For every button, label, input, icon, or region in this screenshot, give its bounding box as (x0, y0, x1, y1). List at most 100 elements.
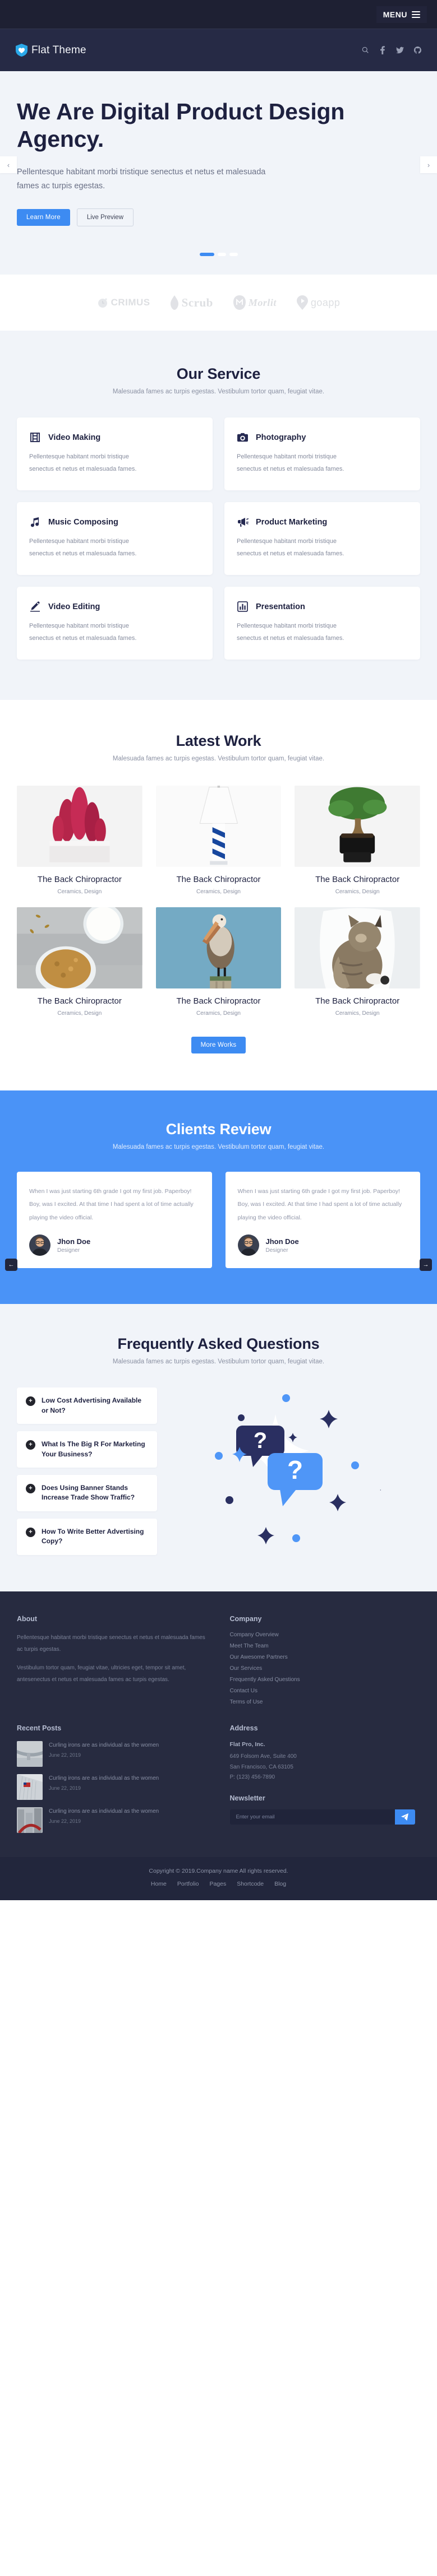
service-card[interactable]: Presentation Pellentesque habitant morbi… (224, 587, 420, 660)
services-header: Our Service Malesuada fames ac turpis eg… (17, 365, 420, 395)
footer-link-our-services[interactable]: Our Services (230, 1665, 421, 1672)
work-item-category: Ceramics, Design (335, 888, 380, 895)
footer-nav-home[interactable]: Home (151, 1881, 167, 1887)
avatar (237, 1234, 259, 1256)
megaphone-icon (237, 516, 249, 528)
client-logo-strip: CRIMUS Scrub Morlit goapp (0, 275, 437, 331)
twitter-icon[interactable] (396, 46, 404, 55)
copyright-bar: Copyright © 2019.Company name All rights… (0, 1857, 437, 1901)
work-item-category: Ceramics, Design (196, 888, 241, 895)
address-line-2: San Francisco, CA 63105 (229, 1763, 293, 1770)
review-next-arrow[interactable]: → (420, 1258, 432, 1271)
footer-recent-posts-title: Recent Posts (17, 1724, 62, 1733)
faq-item[interactable]: + Low Cost Advertising Available or Not? (17, 1387, 157, 1424)
client-name: goapp (310, 296, 341, 308)
recent-post-item[interactable]: Curling irons are as individual as the w… (17, 1807, 208, 1834)
white-lamp-with-blue-chevron-base-image (155, 786, 282, 867)
work-item[interactable]: The Back Chiropractor Ceramics, Design (17, 907, 142, 1017)
review-text: When I was just starting 6th grade I got… (29, 1187, 194, 1221)
work-item-title: The Back Chiropractor (176, 996, 261, 1006)
hero-title: We Are Digital Product Design Agency. (17, 99, 345, 152)
copyright-text: Copyright © 2019.Company name All rights… (149, 1868, 288, 1875)
footer-link-meet-the-team[interactable]: Meet The Team (230, 1643, 421, 1649)
shield-heart-icon (16, 44, 27, 57)
faq-item[interactable]: + How To Write Better Advertising Copy? (17, 1518, 157, 1555)
svg-text:?: ? (253, 1428, 266, 1453)
footer-about-paragraph-2: Vestibulum tortor quam, feugiat vitae, u… (17, 1665, 186, 1683)
footer-nav-shortcode[interactable]: Shortcode (237, 1881, 264, 1887)
red-sculpture-city-image (17, 1807, 43, 1834)
recent-post-item[interactable]: Curling irons are as individual as the w… (17, 1774, 208, 1800)
film-icon (29, 431, 41, 443)
hero-next-arrow[interactable]: › (420, 156, 437, 173)
service-card[interactable]: Video Making Pellentesque habitant morbi… (17, 417, 213, 491)
music-note-icon (29, 516, 41, 528)
bonsai-tree-in-black-pot-image (295, 786, 420, 867)
service-description: Pellentesque habitant morbi tristique se… (237, 623, 344, 642)
recent-post-title: Curling irons are as individual as the w… (49, 1775, 159, 1782)
footer-about-column: About Pellentesque habitant morbi tristi… (17, 1615, 208, 1705)
work-item[interactable]: The Back Chiropractor Ceramics, Design (155, 907, 282, 1017)
hero-prev-arrow[interactable]: ‹ (0, 156, 17, 173)
recent-post-item[interactable]: Curling irons are as individual as the w… (17, 1741, 208, 1767)
recent-post-title: Curling irons are as individual as the w… (49, 1808, 159, 1815)
footer-link-company-overview[interactable]: Company Overview (230, 1632, 421, 1638)
recent-post-date: June 22, 2019 (49, 1752, 81, 1758)
faq-header: Frequently Asked Questions Malesuada fam… (17, 1335, 420, 1365)
tabby-cat-on-white-chair-image (295, 907, 420, 988)
work-item[interactable]: The Back Chiropractor Ceramics, Design (17, 786, 142, 895)
american-flag-architecture-image (17, 1774, 43, 1800)
service-card[interactable]: Video Editing Pellentesque habitant morb… (17, 587, 213, 660)
footer-nav-blog[interactable]: Blog (274, 1881, 286, 1887)
work-item-category: Ceramics, Design (57, 1010, 102, 1017)
client-logo-scrub: Scrub (170, 295, 213, 310)
footer-address-column: Address Flat Pro, Inc. 649 Folsom Ave, S… (229, 1724, 421, 1840)
menu-button[interactable]: MENU (376, 6, 427, 23)
reviews-grid: When I was just starting 6th grade I got… (17, 1171, 420, 1269)
newsletter-email-input[interactable] (229, 1809, 395, 1825)
recent-post-title: Curling irons are as individual as the w… (49, 1742, 159, 1749)
service-card[interactable]: Photography Pellentesque habitant morbi … (224, 417, 420, 491)
footer-company-links: Company Overview Meet The Team Our Aweso… (230, 1632, 421, 1705)
review-prev-arrow[interactable]: ← (5, 1258, 17, 1271)
footer-link-contact-us[interactable]: Contact Us (230, 1688, 421, 1694)
bridge-over-water-image (17, 1741, 43, 1767)
footer-link-our-awesome-partners[interactable]: Our Awesome Partners (230, 1654, 421, 1660)
slider-dot-2[interactable] (217, 253, 226, 257)
footer-recent-posts-column: Recent Posts Curling irons are as indivi… (17, 1724, 208, 1840)
faq-item[interactable]: + Does Using Banner Stands Increase Trad… (17, 1475, 157, 1511)
footer-nav-pages[interactable]: Pages (209, 1881, 226, 1887)
faq-item[interactable]: + What Is The Big R For Marketing Your B… (17, 1431, 157, 1468)
facebook-icon[interactable] (379, 46, 387, 55)
address-line-1: 649 Folsom Ave, Suite 400 (229, 1753, 297, 1760)
question-bubbles-icon: ? ? (214, 1394, 381, 1545)
footer-link-faq[interactable]: Frequently Asked Questions (230, 1677, 421, 1683)
slider-dot-1[interactable] (199, 253, 214, 257)
slider-dot-3[interactable] (229, 253, 238, 257)
footer-link-terms-of-use[interactable]: Terms of Use (230, 1699, 421, 1705)
footer-grid: About Pellentesque habitant morbi tristi… (17, 1615, 420, 1840)
review-author-name: Jhon Doe (265, 1237, 299, 1246)
site-footer: About Pellentesque habitant morbi tristi… (0, 1591, 437, 1858)
live-preview-button[interactable]: Live Preview (76, 208, 134, 227)
pink-cactus-in-white-pot-image (17, 786, 142, 867)
work-item[interactable]: The Back Chiropractor Ceramics, Design (295, 786, 420, 895)
learn-more-button[interactable]: Learn More (17, 209, 70, 226)
work-item[interactable]: The Back Chiropractor Ceramics, Design (295, 907, 420, 1017)
more-works-button[interactable]: More Works (191, 1036, 246, 1053)
search-icon[interactable] (361, 46, 369, 55)
service-card[interactable]: Product Marketing Pellentesque habitant … (224, 502, 420, 575)
faq-section: Frequently Asked Questions Malesuada fam… (0, 1304, 437, 1592)
cereal-bowl-and-milk-image (17, 907, 142, 988)
newsletter-submit-button[interactable] (394, 1809, 415, 1825)
site-header: Flat Theme (0, 29, 437, 71)
footer-nav-portfolio[interactable]: Portfolio (177, 1881, 199, 1887)
brand-logo[interactable]: Flat Theme (16, 44, 86, 57)
faq-question: What Is The Big R For Marketing Your Bus… (42, 1440, 145, 1458)
latest-work-section: Latest Work Malesuada fames ac turpis eg… (0, 700, 437, 1090)
work-item-category: Ceramics, Design (57, 888, 102, 895)
work-item[interactable]: The Back Chiropractor Ceramics, Design (155, 786, 282, 895)
github-icon[interactable] (413, 46, 421, 55)
plus-icon: + (26, 1484, 35, 1493)
service-card[interactable]: Music Composing Pellentesque habitant mo… (17, 502, 213, 575)
